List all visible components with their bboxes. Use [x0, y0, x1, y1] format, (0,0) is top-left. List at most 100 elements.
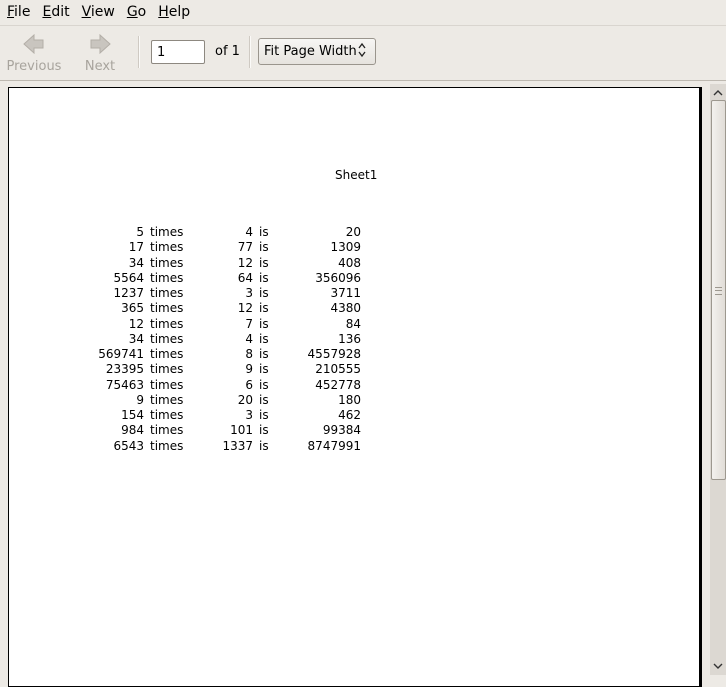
- product-cell: 8747991: [307, 439, 361, 453]
- multiplier-cell: 20: [237, 393, 253, 407]
- table-row: 5564 times 64 is 356096: [9, 271, 409, 286]
- times-cell: times: [150, 362, 184, 376]
- menu-help[interactable]: Help: [152, 0, 196, 25]
- is-cell: is: [259, 332, 269, 346]
- product-cell: 356096: [315, 271, 361, 285]
- multiplier-cell: 3: [245, 408, 253, 422]
- is-cell: is: [259, 347, 269, 361]
- is-cell: is: [259, 378, 269, 392]
- grip-icon: [715, 287, 722, 295]
- is-cell: is: [259, 317, 269, 331]
- table-row: 34 times 12 is 408: [9, 256, 409, 271]
- scrollbar-thumb[interactable]: [711, 100, 726, 480]
- previous-label: Previous: [6, 59, 62, 74]
- sheet-title: Sheet1: [335, 168, 378, 182]
- times-cell: times: [150, 286, 184, 300]
- table-row: 1237 times 3 is 3711: [9, 286, 409, 301]
- is-cell: is: [259, 362, 269, 376]
- multiplier-cell: 12: [237, 301, 253, 315]
- product-cell: 1309: [330, 240, 361, 254]
- toolbar: Previous Next of 1 Fit Page Width: [0, 25, 726, 81]
- times-cell: times: [150, 256, 184, 270]
- times-cell: times: [150, 378, 184, 392]
- multiplier-cell: 1337: [222, 439, 253, 453]
- multiplicand-cell: 5: [136, 225, 144, 239]
- table-row: 17 times 77 is 1309: [9, 240, 409, 255]
- menu-bar: File Edit View Go Help: [0, 0, 726, 25]
- document-page: Sheet1 5 times 4 is 20 17 times 77 is 1309 34 times…: [8, 87, 702, 687]
- table-row: 9 times 20 is 180: [9, 393, 409, 408]
- table-row: 984 times 101 is 99384: [9, 423, 409, 438]
- chevron-down-icon[interactable]: [710, 659, 726, 673]
- multiplicand-cell: 6543: [113, 439, 144, 453]
- is-cell: is: [259, 271, 269, 285]
- multiplicand-cell: 984: [121, 423, 144, 437]
- product-cell: 84: [345, 317, 361, 331]
- product-cell: 4557928: [307, 347, 361, 361]
- multiplicand-cell: 34: [128, 256, 144, 270]
- page-count-label: of 1: [215, 44, 240, 59]
- toolbar-separator: [249, 36, 251, 68]
- multiplier-cell: 77: [237, 240, 253, 254]
- is-cell: is: [259, 439, 269, 453]
- multiplier-cell: 7: [245, 317, 253, 331]
- times-cell: times: [150, 225, 184, 239]
- multiplier-cell: 9: [245, 362, 253, 376]
- multiplicand-cell: 365: [121, 301, 144, 315]
- table-row: 6543 times 1337 is 8747991: [9, 439, 409, 454]
- table-row: 365 times 12 is 4380: [9, 301, 409, 316]
- product-cell: 99384: [322, 423, 361, 437]
- next-button[interactable]: Next: [80, 31, 120, 77]
- multiplicand-cell: 154: [121, 408, 144, 422]
- times-cell: times: [150, 240, 184, 254]
- arrow-left-icon: [23, 31, 45, 54]
- multiplier-cell: 4: [245, 332, 253, 346]
- is-cell: is: [259, 240, 269, 254]
- multiplicand-cell: 5564: [113, 271, 144, 285]
- toolbar-separator: [138, 36, 140, 68]
- table-row: 12 times 7 is 84: [9, 317, 409, 332]
- table-row: 23395 times 9 is 210555: [9, 362, 409, 377]
- multiplicand-cell: 569741: [98, 347, 144, 361]
- table-row: 569741 times 8 is 4557928: [9, 347, 409, 362]
- multiplicand-cell: 1237: [113, 286, 144, 300]
- is-cell: is: [259, 408, 269, 422]
- document-viewport[interactable]: Sheet1 5 times 4 is 20 17 times 77 is 1309 34 times…: [0, 80, 726, 687]
- multiplier-cell: 3: [245, 286, 253, 300]
- table-row: 34 times 4 is 136: [9, 332, 409, 347]
- product-cell: 462: [338, 408, 361, 422]
- times-cell: times: [150, 301, 184, 315]
- times-cell: times: [150, 347, 184, 361]
- is-cell: is: [259, 393, 269, 407]
- is-cell: is: [259, 286, 269, 300]
- product-cell: 4380: [330, 301, 361, 315]
- product-cell: 210555: [315, 362, 361, 376]
- chevron-up-icon[interactable]: [710, 86, 726, 100]
- page-number-input[interactable]: [151, 40, 205, 64]
- arrow-right-icon: [89, 31, 111, 54]
- previous-button[interactable]: Previous: [5, 31, 63, 77]
- multiplicand-cell: 34: [128, 332, 144, 346]
- multiplicand-cell: 23395: [105, 362, 144, 376]
- menu-go[interactable]: Go: [121, 0, 152, 25]
- menu-edit[interactable]: Edit: [36, 0, 75, 25]
- product-cell: 3711: [330, 286, 361, 300]
- times-cell: times: [150, 423, 184, 437]
- is-cell: is: [259, 301, 269, 315]
- is-cell: is: [259, 256, 269, 270]
- multiplicand-cell: 75463: [105, 378, 144, 392]
- times-cell: times: [150, 408, 184, 422]
- vertical-scrollbar[interactable]: [710, 84, 726, 675]
- table-row: 5 times 4 is 20: [9, 225, 409, 240]
- menu-file[interactable]: File: [0, 0, 36, 25]
- multiplicand-cell: 9: [136, 393, 144, 407]
- product-cell: 408: [338, 256, 361, 270]
- menu-view[interactable]: View: [76, 0, 121, 25]
- times-cell: times: [150, 332, 184, 346]
- multiplier-cell: 64: [237, 271, 253, 285]
- times-cell: times: [150, 317, 184, 331]
- table-row: 75463 times 6 is 452778: [9, 378, 409, 393]
- zoom-select[interactable]: Fit Page Width: [258, 38, 376, 65]
- next-label: Next: [84, 59, 116, 74]
- table-row: 154 times 3 is 462: [9, 408, 409, 423]
